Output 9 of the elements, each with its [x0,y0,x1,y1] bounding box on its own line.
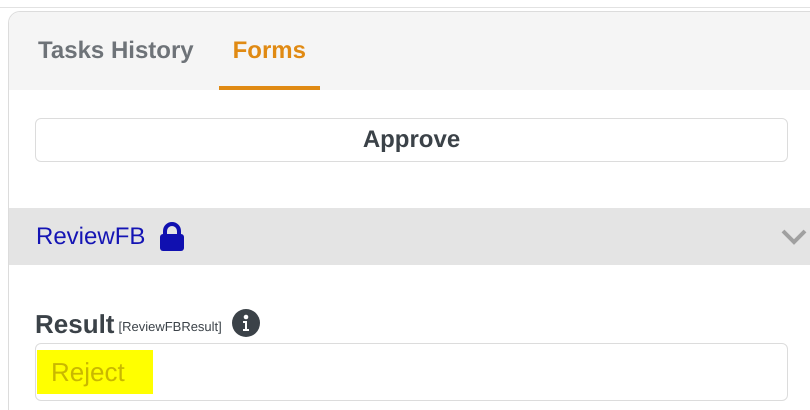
section-title: ReviewFB [36,222,146,252]
field-label: Result [35,311,114,337]
field-value: Reject [37,350,153,394]
field-key: [ReviewFBResult] [118,316,222,336]
section-header[interactable]: ReviewFB [9,208,810,265]
approve-button[interactable]: Approve [35,118,788,162]
tab[interactable]: Tasks History [21,12,211,90]
info-icon[interactable] [232,309,260,337]
tab[interactable]: Forms [218,12,320,90]
